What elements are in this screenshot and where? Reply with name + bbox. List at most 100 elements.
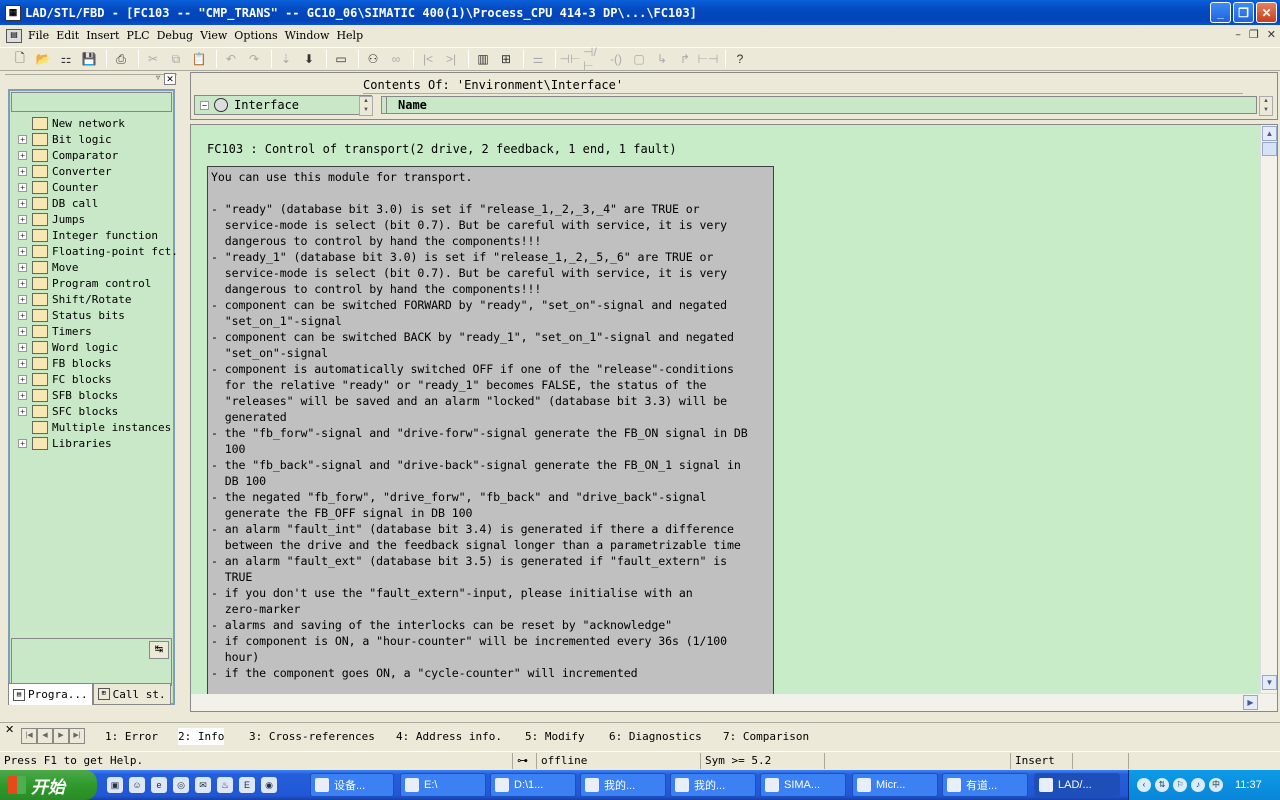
network-icon[interactable]: ⇅ — [1155, 778, 1169, 792]
vertical-scrollbar[interactable]: ▲ ▼ — [1260, 125, 1277, 693]
tab-diagnostics[interactable]: 6: Diagnostics — [609, 728, 702, 745]
tree-item-libraries[interactable]: + Libraries — [11, 435, 112, 451]
cut-icon[interactable]: ✂ — [143, 50, 163, 68]
tab-info[interactable]: 2: Info — [178, 728, 225, 745]
horizontal-scrollbar[interactable]: ▶ — [191, 694, 1277, 711]
tab-comparison[interactable]: 7: Comparison — [723, 728, 809, 745]
close-button[interactable]: ✕ — [1256, 2, 1277, 23]
details-close-icon[interactable]: ✕ — [5, 723, 14, 736]
expand-icon[interactable]: + — [18, 406, 27, 416]
messenger-icon[interactable]: ✉ — [195, 777, 211, 793]
tab-address-info[interactable]: 4: Address info. — [396, 728, 502, 745]
block-comment[interactable]: You can use this module for transport. - … — [207, 166, 774, 696]
scroll-right-icon[interactable]: ▶ — [1243, 695, 1258, 710]
panel-close-button[interactable]: ✕ — [164, 73, 176, 85]
tray-arrow-icon[interactable]: ‹ — [1137, 778, 1151, 792]
open-icon[interactable]: 📂 — [33, 50, 53, 68]
prev-tab-icon[interactable]: ◀ — [37, 728, 53, 744]
expand-icon[interactable]: + — [18, 246, 27, 256]
expand-icon[interactable]: + — [18, 326, 27, 336]
tree-item-new-network[interactable]: New network — [11, 115, 125, 131]
tree-item-floating-point-fct[interactable]: + Floating-point fct. — [11, 243, 178, 259]
tab-program-elements[interactable]: ▤ Progra... — [8, 683, 93, 705]
menu-file[interactable]: File — [28, 29, 56, 42]
app-icon-red[interactable]: ♨ — [217, 777, 233, 793]
scroll-thumb[interactable] — [1262, 142, 1277, 156]
scroll-down-icon[interactable]: ▼ — [1262, 675, 1277, 690]
tree-item-counter[interactable]: + Counter — [11, 179, 98, 195]
panel-options-icon[interactable]: ▿ — [156, 73, 160, 82]
menu-plc[interactable]: PLC — [126, 29, 156, 42]
first-tab-icon[interactable]: |◀ — [21, 728, 37, 744]
qq-icon[interactable]: ☺ — [129, 777, 145, 793]
expand-icon[interactable]: + — [18, 374, 27, 384]
expand-icon[interactable]: + — [18, 342, 27, 352]
save-icon[interactable]: 💾 — [79, 50, 99, 68]
tree-item-converter[interactable]: + Converter — [11, 163, 112, 179]
new-icon[interactable]: 🗋 — [10, 50, 30, 68]
input-method-icon[interactable]: 中 — [1209, 778, 1223, 792]
tab-modify[interactable]: 5: Modify — [525, 728, 585, 745]
tree-item-jumps[interactable]: + Jumps — [11, 211, 85, 227]
expand-icon[interactable]: + — [18, 214, 27, 224]
tree-item-fc-blocks[interactable]: + FC blocks — [11, 371, 112, 387]
start-button[interactable]: 开始 — [0, 770, 97, 800]
expand-icon[interactable]: + — [18, 182, 27, 192]
mdi-close-button[interactable]: ✕ — [1267, 28, 1276, 41]
clock[interactable]: 11:37 — [1235, 779, 1262, 791]
expand-icon[interactable]: + — [18, 294, 27, 304]
first-network-icon[interactable]: |< — [418, 50, 438, 68]
menu-options[interactable]: Options — [234, 29, 284, 42]
catalog-search-field[interactable] — [11, 92, 172, 112]
overview-panel-icon[interactable]: ▥ — [473, 50, 493, 68]
tree-item-shift-rotate[interactable]: + Shift/Rotate — [11, 291, 131, 307]
normally-open-contact-icon[interactable]: ⊣⊢ — [560, 50, 581, 68]
expand-icon[interactable]: + — [18, 198, 27, 208]
eas-icon[interactable]: E — [239, 777, 255, 793]
tree-item-status-bits[interactable]: + Status bits — [11, 307, 125, 323]
app-icon-green[interactable]: ◉ — [261, 777, 277, 793]
tree-item-bit-logic[interactable]: + Bit logic — [11, 131, 112, 147]
next-tab-icon[interactable]: ▶ — [53, 728, 69, 744]
menu-view[interactable]: View — [200, 29, 234, 42]
copy-icon[interactable]: ⧉ — [166, 50, 186, 68]
task-my-documents-2[interactable]: 我的... — [670, 773, 756, 797]
sort-icon[interactable]: ↹ — [149, 641, 169, 659]
menu-help[interactable]: Help — [336, 29, 370, 42]
monitor-glasses-icon[interactable]: ∞ — [386, 50, 406, 68]
expand-icon[interactable]: + — [18, 390, 27, 400]
menu-edit[interactable]: Edit — [56, 29, 86, 42]
scroll-up-icon[interactable]: ▲ — [1262, 126, 1277, 141]
undo-icon[interactable]: ↶ — [221, 50, 241, 68]
tree-item-word-logic[interactable]: + Word logic — [11, 339, 118, 355]
accessible-nodes-icon[interactable]: ⚏ — [56, 50, 76, 68]
tree-item-comparator[interactable]: + Comparator — [11, 147, 118, 163]
tab-call-structure[interactable]: ⊞ Call st. — [92, 683, 171, 705]
task-my-documents-1[interactable]: 我的... — [580, 773, 666, 797]
close-branch-icon[interactable]: ↱ — [675, 50, 695, 68]
task-simatic[interactable]: SIMA... — [760, 773, 846, 797]
expand-icon[interactable]: + — [18, 230, 27, 240]
tree-item-sfb-blocks[interactable]: + SFB blocks — [11, 387, 118, 403]
app-icon[interactable]: ▦ — [5, 4, 21, 21]
restore-button[interactable]: ❐ — [1233, 2, 1254, 23]
declaration-scroll-arrows[interactable]: ▲ ▼ — [1259, 96, 1273, 116]
expand-icon[interactable]: + — [18, 310, 27, 320]
empty-box-icon[interactable]: ▢ — [629, 50, 649, 68]
expand-icon[interactable]: + — [18, 134, 27, 144]
expand-icon[interactable]: + — [18, 358, 27, 368]
mdi-minimize-button[interactable]: – — [1235, 28, 1241, 41]
tree-item-program-control[interactable]: + Program control — [11, 275, 151, 291]
connection-icon[interactable]: ⊢⊣ — [698, 50, 719, 68]
redo-icon[interactable]: ↷ — [244, 50, 264, 68]
tree-item-move[interactable]: + Move — [11, 259, 79, 275]
monitor-icon[interactable]: ⚇ — [363, 50, 383, 68]
mdi-restore-button[interactable]: ❐ — [1249, 28, 1259, 41]
task-youdao[interactable]: 有道... — [942, 773, 1028, 797]
tree-item-sfc-blocks[interactable]: + SFC blocks — [11, 403, 118, 419]
show-desktop-icon[interactable]: ▣ — [107, 777, 123, 793]
interface-scroll-arrows[interactable]: ▲ ▼ — [359, 96, 373, 116]
plc-download-icon[interactable]: ⬇ — [299, 50, 319, 68]
task-d-drive[interactable]: D:\1... — [490, 773, 576, 797]
tree-item-db-call[interactable]: + DB call — [11, 195, 98, 211]
